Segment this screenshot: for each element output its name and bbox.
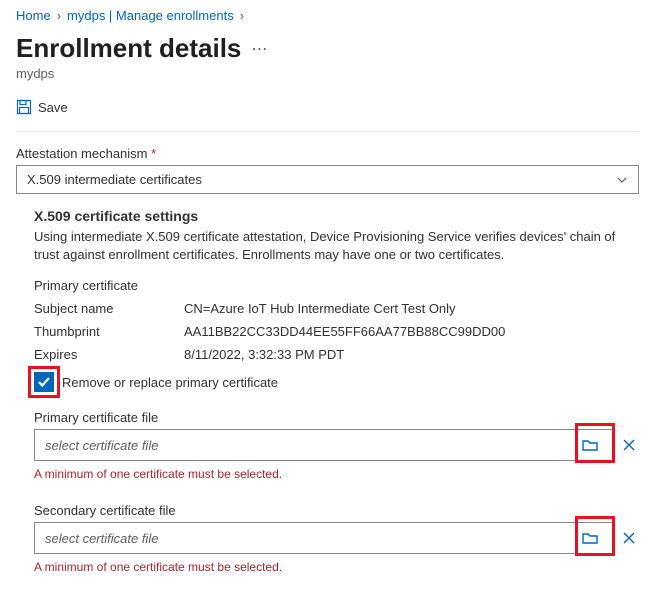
save-label: Save [38,100,68,115]
divider [16,131,639,132]
primary-file-label: Primary certificate file [34,410,639,425]
remove-replace-checkbox[interactable] [34,372,54,392]
secondary-file-error: A minimum of one certificate must be sel… [34,560,639,574]
folder-icon [581,529,599,547]
x509-heading: X.509 certificate settings [34,208,639,224]
thumbprint-value: AA11BB22CC33DD44EE55FF66AA77BB88CC99DD00 [184,324,639,339]
save-icon [16,99,32,115]
remove-replace-label: Remove or replace primary certificate [62,375,278,390]
secondary-file-input[interactable]: select certificate file [34,522,613,554]
attestation-label: Attestation mechanism * [16,146,639,161]
breadcrumb-home[interactable]: Home [16,8,51,23]
close-icon [621,530,637,546]
primary-cert-label: Primary certificate [34,278,639,293]
subject-name-label: Subject name [34,301,184,316]
primary-file-clear-button[interactable] [619,437,639,453]
subject-name-value: CN=Azure IoT Hub Intermediate Cert Test … [184,301,639,316]
secondary-file-clear-button[interactable] [619,530,639,546]
secondary-file-browse-button[interactable] [578,529,602,547]
primary-file-browse-button[interactable] [578,436,602,454]
chevron-down-icon [616,174,628,186]
save-button[interactable]: Save [16,99,639,115]
secondary-file-placeholder: select certificate file [45,531,158,546]
secondary-file-label: Secondary certificate file [34,503,639,518]
attestation-select[interactable]: X.509 intermediate certificates [16,165,639,194]
expires-label: Expires [34,347,184,362]
chevron-right-icon: › [57,8,61,23]
x509-description: Using intermediate X.509 certificate att… [34,228,639,264]
more-options-button[interactable]: ⋯ [251,39,268,59]
folder-icon [581,436,599,454]
thumbprint-label: Thumbprint [34,324,184,339]
breadcrumb-path[interactable]: mydps | Manage enrollments [67,8,234,23]
chevron-right-icon: › [240,8,244,23]
breadcrumb: Home › mydps | Manage enrollments › [16,8,639,23]
page-title: Enrollment details [16,33,241,64]
primary-file-input[interactable]: select certificate file [34,429,613,461]
expires-value: 8/11/2022, 3:32:33 PM PDT [184,347,639,362]
page-subtitle: mydps [16,66,639,81]
check-icon [37,375,51,389]
primary-file-placeholder: select certificate file [45,438,158,453]
close-icon [621,437,637,453]
attestation-value: X.509 intermediate certificates [27,172,202,187]
primary-file-error: A minimum of one certificate must be sel… [34,467,639,481]
